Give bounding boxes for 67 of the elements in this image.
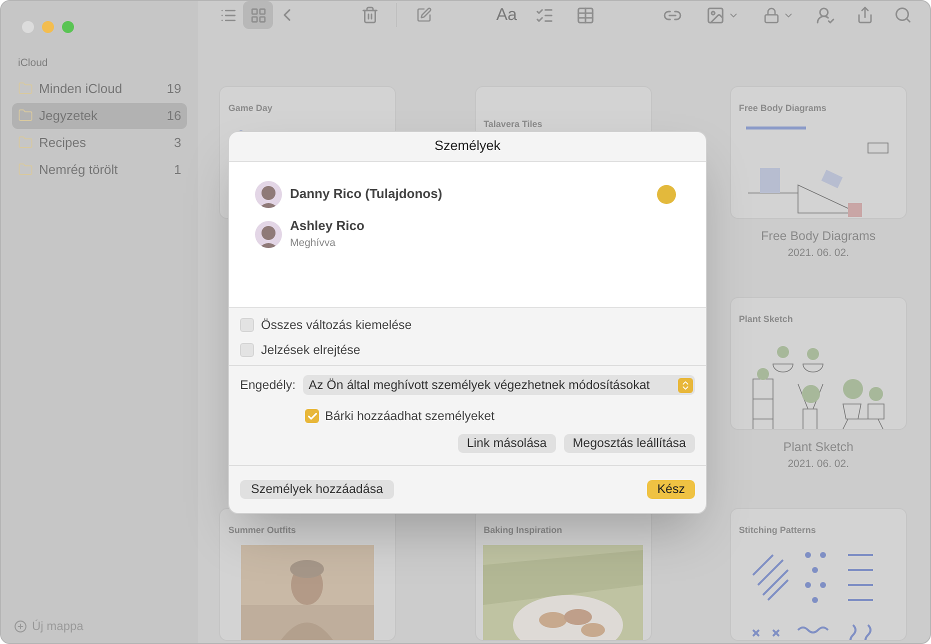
section-heading: iCloud [17, 56, 49, 71]
note-caption: Free Body Diagrams [761, 228, 876, 245]
folder-item[interactable]: Minden iCloud 19 [12, 76, 188, 102]
done-button[interactable]: Kész [647, 480, 695, 499]
avatar [255, 220, 282, 248]
person-status: Meghívva [290, 236, 337, 251]
format-button[interactable]: Aa [496, 2, 517, 28]
checkbox[interactable] [240, 343, 254, 357]
image-icon [706, 6, 725, 24]
checkbox[interactable] [305, 409, 319, 424]
folder-icon [18, 81, 33, 96]
lock-icon [763, 6, 780, 24]
permission-select[interactable]: Az Ön által meghívott személyek végezhetnek módosításokat [302, 375, 695, 395]
note-title: Stitching Patterns [738, 525, 816, 535]
folder-item[interactable]: Nemrég törölt 1 [12, 156, 188, 183]
folder-count: 3 [174, 134, 182, 152]
note-date: 2021. 06. 02. [788, 246, 850, 261]
dialog-title: Személyek [434, 137, 501, 156]
zoom-window-button[interactable] [62, 21, 74, 33]
folder-icon [18, 135, 33, 150]
folder-name: Jegyzetek [39, 107, 98, 125]
grid-icon [250, 6, 267, 24]
note-card[interactable]: Free Body Diagrams [730, 86, 907, 219]
note-title: Free Body Diagrams [738, 103, 826, 113]
option-label: Összes változás kiemelése [261, 316, 412, 334]
action-button[interactable]: Megosztás leállítása [564, 434, 695, 453]
collaborate-icon[interactable] [816, 6, 835, 24]
note-title: Baking Inspiration [484, 525, 562, 535]
minimize-window-button[interactable] [42, 21, 54, 33]
up-down-chevron-icon [680, 380, 691, 390]
note-date: 2021. 06. 02. [788, 456, 850, 472]
folder-count: 1 [174, 161, 182, 179]
note-card[interactable]: Plant Sketch [730, 297, 907, 430]
compose-icon[interactable] [416, 7, 432, 23]
checkbox[interactable] [240, 318, 254, 332]
note-title: Plant Sketch [738, 314, 793, 324]
search-icon[interactable] [894, 6, 912, 24]
option-label: Jelzések elrejtése [261, 342, 360, 359]
folder-name: Recipes [39, 134, 86, 152]
folder-name: Minden iCloud [39, 80, 122, 98]
action-button[interactable]: Link másolása [458, 434, 556, 453]
media-button[interactable] [706, 6, 739, 24]
note-caption: Plant Sketch [783, 439, 854, 456]
note-card[interactable]: Stitching Patterns [730, 508, 907, 641]
note-title: Game Day [228, 103, 272, 113]
note-title: Summer Outfits [228, 525, 296, 535]
person-name: Danny Rico (Tulajdonos) [290, 185, 442, 204]
folder-item[interactable]: Jegyzetek 16 [12, 102, 188, 129]
note-title: Talavera Tiles [484, 119, 542, 129]
add-icon [14, 620, 27, 632]
option-label: Bárki hozzáadhat személyeket [325, 408, 495, 425]
add-people-button[interactable]: Személyek hozzáadása [240, 480, 394, 499]
delete-icon[interactable] [361, 6, 380, 24]
permission-label: Engedély: [240, 376, 296, 394]
folder-name: Nemrég törölt [39, 161, 118, 179]
folder-icon [18, 108, 33, 124]
folder-icon [18, 162, 33, 178]
grid-view-button[interactable] [243, 1, 274, 29]
note-card[interactable]: Summer Outfits [219, 508, 396, 641]
folder-item[interactable]: Recipes 3 [12, 130, 188, 156]
table-icon[interactable] [576, 6, 595, 24]
folder-count: 16 [166, 107, 182, 125]
folder-count: 19 [166, 80, 182, 98]
person-name: Ashley Rico [290, 217, 364, 236]
lock-button[interactable] [763, 6, 794, 24]
share-icon[interactable] [856, 6, 874, 24]
avatar [255, 180, 282, 208]
